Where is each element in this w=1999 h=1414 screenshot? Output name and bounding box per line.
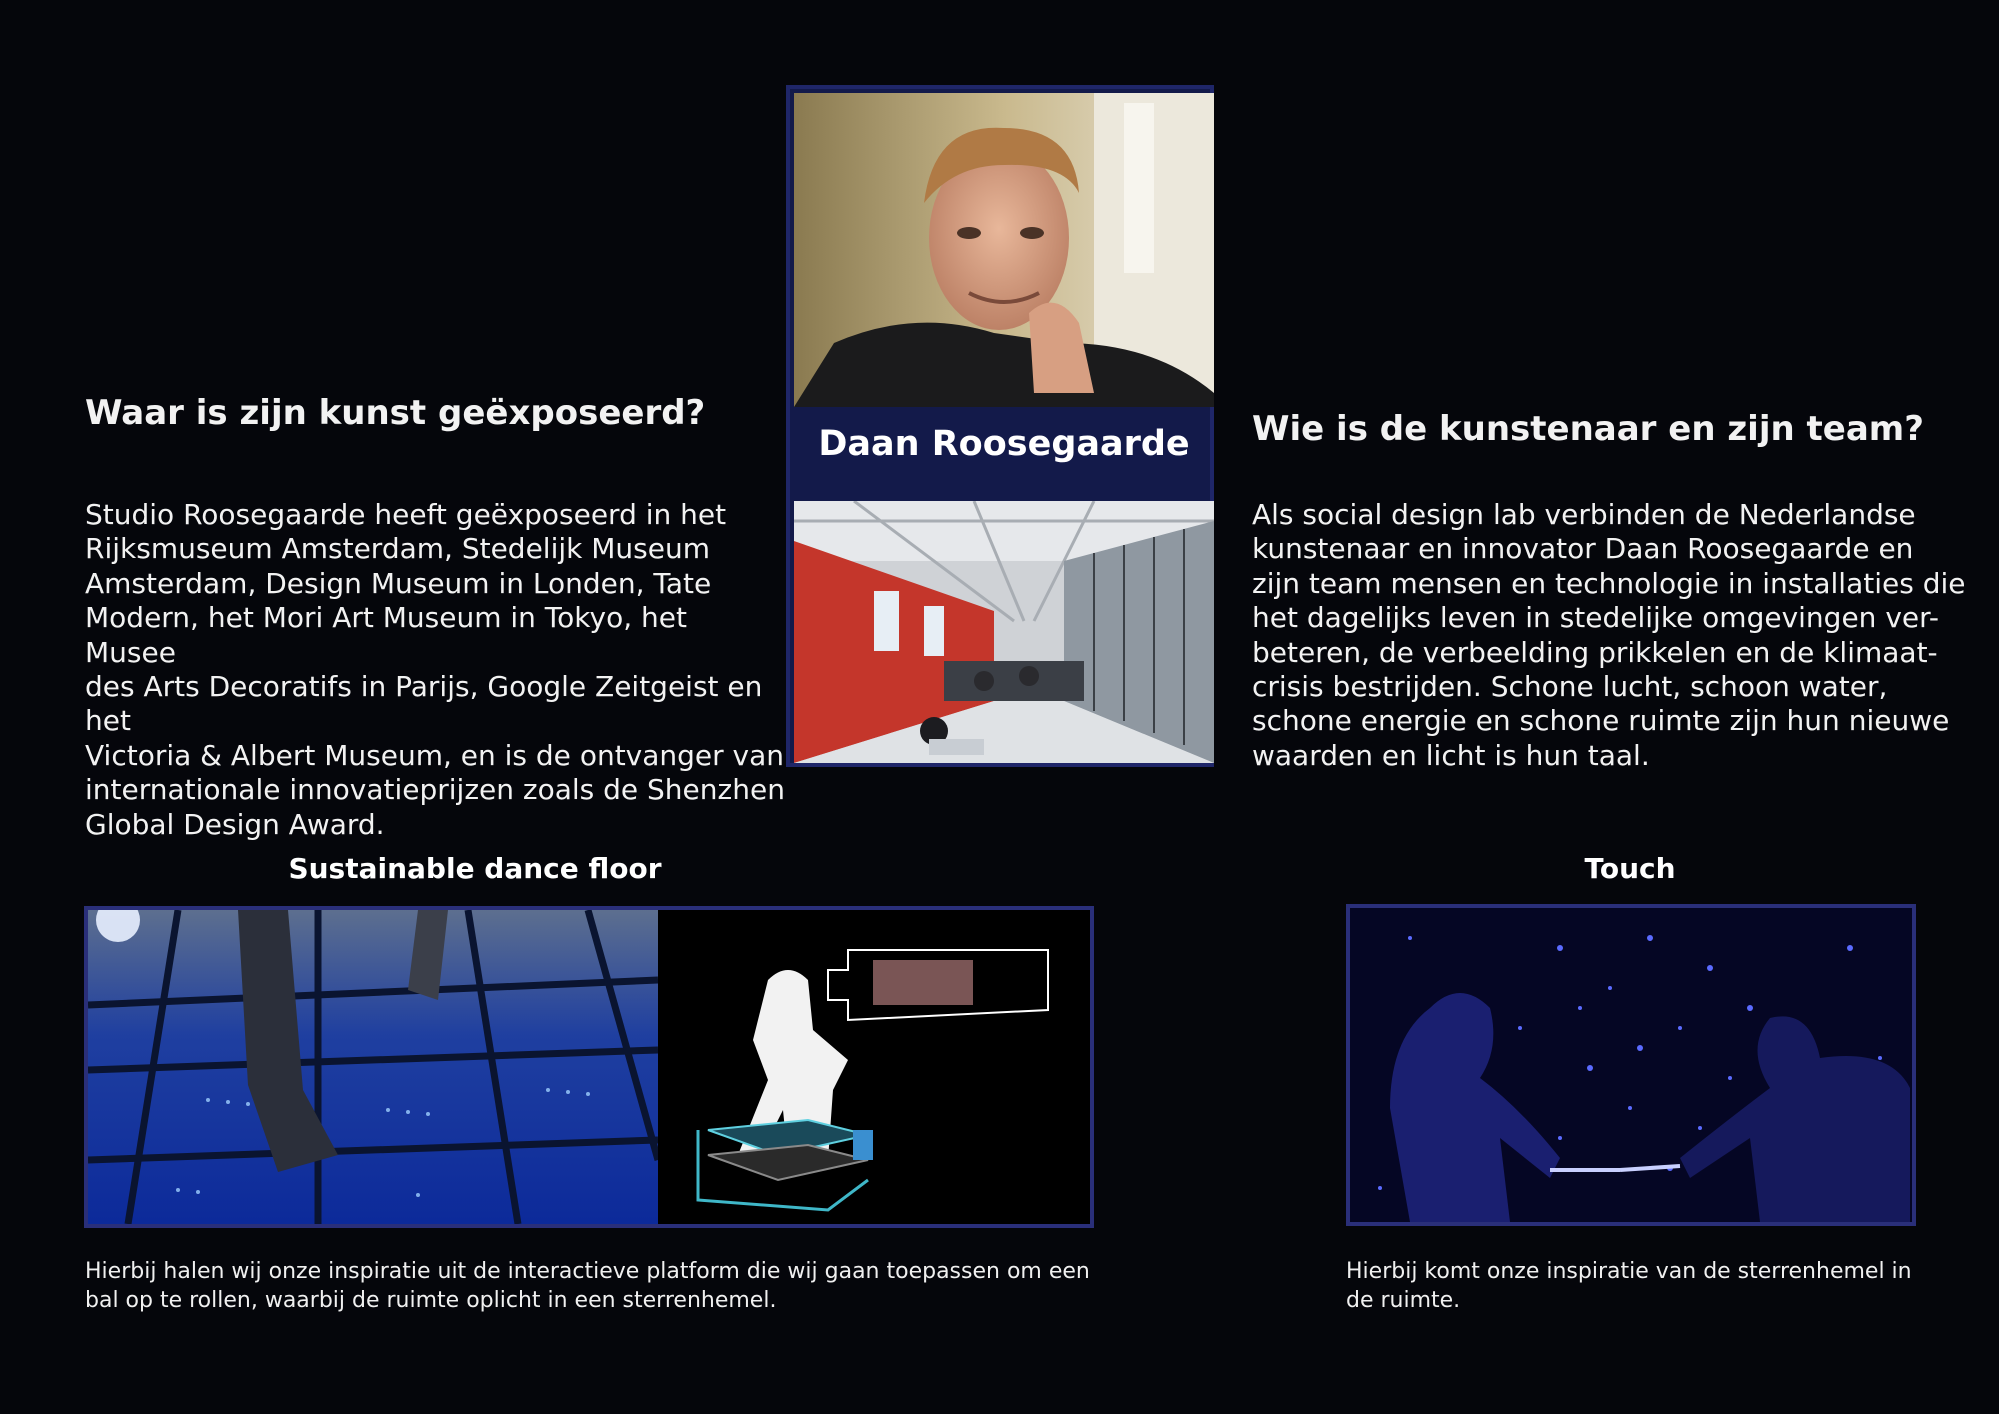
dance-caption-line: Hierbij halen wij onze inspiratie uit de…	[85, 1259, 1090, 1284]
left-body-line: Studio Roosegaarde heeft geëxposeerd in …	[85, 498, 727, 531]
left-body-line: des Arts Decoratifs in Parijs, Google Ze…	[85, 670, 763, 738]
right-heading: Wie is de kunstenaar en zijn team?	[1252, 409, 1924, 449]
right-body-line: Als social design lab verbinden de Neder…	[1252, 498, 1916, 531]
touch-image	[1346, 904, 1916, 1226]
left-body-line: Rijksmuseum Amsterdam, Stedelijk Museum	[85, 532, 710, 566]
studio-office-photo	[794, 501, 1214, 763]
touch-caption: Hierbij komt onze inspiratie van de ster…	[1346, 1257, 1946, 1315]
right-body-line: het dagelijks leven in stedelijke omgevi…	[1252, 601, 1939, 635]
left-body-line: Victoria & Albert Museum, en is de ontva…	[85, 738, 785, 772]
right-body: Als social design lab verbinden de Neder…	[1252, 498, 1972, 773]
left-body-line: Modern, het Mori Art Museum in Tokyo, he…	[85, 601, 687, 669]
dance-caption-line: bal op te rollen, waarbij de ruimte opli…	[85, 1288, 777, 1313]
left-body-line: internationale innovatieprijzen zoals de…	[85, 773, 785, 807]
dance-floor-image	[84, 906, 1094, 1228]
left-body-line: Global Design Award.	[85, 807, 385, 841]
touch-caption-line: Hierbij komt onze inspiratie van de ster…	[1346, 1259, 1912, 1284]
artist-portrait-photo	[794, 93, 1214, 407]
touch-caption-line: de ruimte.	[1346, 1288, 1461, 1313]
right-body-line: zijn team mensen en technologie in insta…	[1252, 566, 1966, 600]
right-body-line: kunstenaar en innovator Daan Roosegaarde…	[1252, 532, 1914, 566]
touch-title: Touch	[1584, 852, 1676, 885]
left-heading: Waar is zijn kunst geëxposeerd?	[85, 393, 706, 433]
dance-floor-caption: Hierbij halen wij onze inspiratie uit de…	[85, 1257, 1095, 1315]
left-body-line: Amsterdam, Design Museum in Londen, Tate	[85, 566, 712, 600]
artist-name: Daan Roosegaarde	[818, 424, 1190, 464]
right-body-line: schone energie en schone ruimte zijn hun…	[1252, 704, 1950, 738]
right-body-line: beteren, de verbeelding prikkelen en de …	[1252, 635, 1938, 669]
artist-name-bar: Daan Roosegaarde	[790, 407, 1218, 481]
right-body-line: crisis bestrijden. Schone lucht, schoon …	[1252, 670, 1888, 704]
left-body: Studio Roosegaarde heeft geëxposeerd in …	[85, 498, 785, 842]
artist-card: Daan Roosegaarde	[786, 85, 1214, 767]
dance-floor-title: Sustainable dance floor	[288, 852, 662, 885]
right-body-line: waarden en licht is hun taal.	[1252, 738, 1650, 772]
